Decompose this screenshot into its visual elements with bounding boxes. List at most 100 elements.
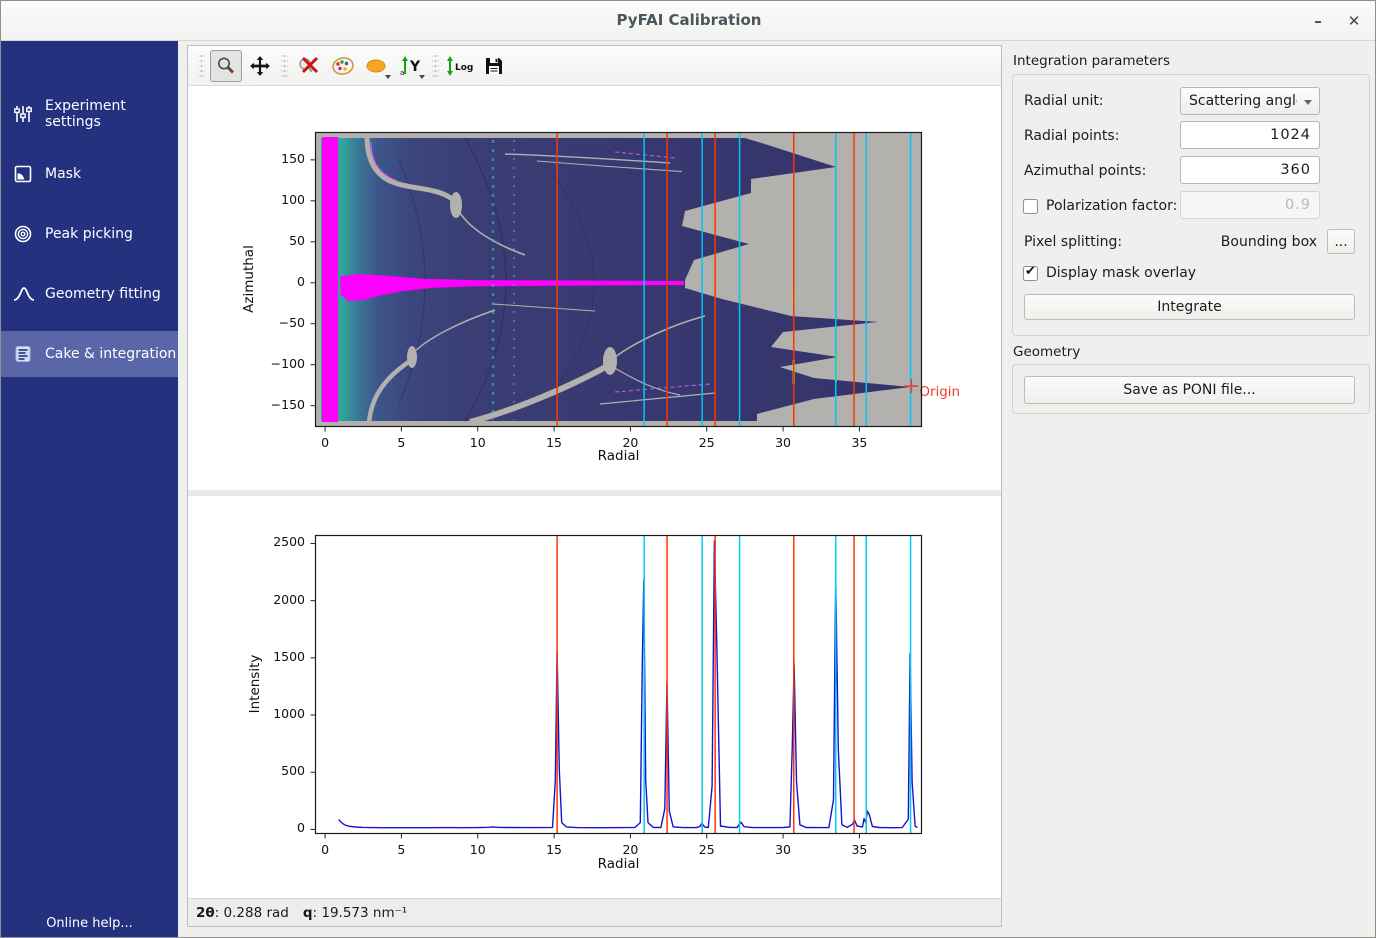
x-tick-label: 35 — [851, 435, 867, 450]
x-tick-label: 30 — [775, 435, 791, 450]
window-title: PyFAI Calibration — [1, 11, 1376, 29]
minimize-button[interactable]: – — [1303, 7, 1333, 35]
y-axis-scale-button[interactable]: Y a — [395, 50, 427, 82]
radial-points-input[interactable]: 1024 — [1180, 121, 1320, 149]
sidebar-nav: Experiment settings Mask Peak picking Geome… — [1, 41, 178, 377]
orange-ellipse-icon — [365, 55, 389, 77]
x-tick-label: 20 — [622, 842, 638, 857]
pan-tool-button[interactable] — [244, 50, 276, 82]
radial-unit-select[interactable]: Scattering angle : — [1180, 87, 1320, 115]
x-tick-label: 5 — [397, 842, 405, 857]
sidebar-item-mask[interactable]: Mask — [1, 151, 178, 197]
x-tick-label: 5 — [397, 435, 405, 450]
save-poni-button[interactable]: Save as PONI file... — [1024, 376, 1355, 404]
title-bar: PyFAI Calibration – ✕ — [1, 1, 1376, 41]
palette-icon — [331, 55, 355, 77]
azimuthal-points-input[interactable]: 360 — [1180, 156, 1320, 184]
plot-background — [315, 535, 922, 834]
log-axis-icon: Log — [445, 55, 475, 77]
q-label: q — [303, 905, 313, 921]
beamstop-band — [322, 137, 338, 422]
radial-points-label: Radial points: — [1024, 128, 1119, 144]
dropdown-caret-icon — [385, 75, 391, 79]
svg-text:Log: Log — [455, 63, 473, 73]
svg-text:a: a — [400, 69, 404, 77]
y-tick-label: 0 — [253, 820, 305, 835]
pixel-splitting-label: Pixel splitting: — [1024, 234, 1122, 250]
x-tick-label: 20 — [622, 435, 638, 450]
y-axis-icon: Y a — [399, 55, 423, 77]
polarization-label: Polarization factor: — [1046, 198, 1177, 214]
tth-label: 2θ — [196, 905, 215, 921]
colormap-button[interactable] — [327, 50, 359, 82]
zoom-tool-button[interactable] — [210, 50, 242, 82]
toolbar-grip — [432, 53, 439, 79]
x-tick-label: 10 — [470, 435, 486, 450]
tth-value: : 0.288 rad — [215, 905, 289, 921]
mask-blob — [450, 192, 462, 218]
y-tick-label: 500 — [253, 763, 305, 778]
toolbar-grip — [281, 53, 288, 79]
sidebar-item-cake-integration[interactable]: Cake & integration — [1, 331, 178, 377]
magnifier-cross-icon — [297, 55, 321, 77]
x-tick-label: 25 — [699, 842, 715, 857]
mask-blob — [603, 347, 617, 375]
curve-canvas — [315, 535, 922, 834]
y-tick-label: 100 — [253, 192, 305, 207]
x-tick-label: 30 — [775, 842, 791, 857]
pixel-splitting-value: Bounding box — [1221, 234, 1317, 250]
x-tick-label: 25 — [699, 435, 715, 450]
sliders-icon — [13, 104, 35, 124]
pixel-splitting-more-button[interactable]: ... — [1327, 229, 1355, 254]
x-tick-label: 15 — [546, 435, 562, 450]
zoom-reset-button[interactable] — [293, 50, 325, 82]
close-button[interactable]: ✕ — [1339, 7, 1369, 35]
x-tick-label: 10 — [470, 842, 486, 857]
magnifier-icon — [215, 55, 237, 77]
display-mask-checkbox[interactable] — [1023, 266, 1038, 281]
integrated-1d-figure[interactable]: Intensity Radial 05101520253035050010001… — [188, 496, 1001, 898]
integration-parameters-title: Integration parameters — [1013, 53, 1170, 69]
floppy-save-icon — [483, 55, 505, 77]
online-help-link[interactable]: Online help... — [1, 916, 178, 931]
y-tick-label: 1000 — [253, 706, 305, 721]
y-tick-label: 2500 — [253, 534, 305, 549]
matplotlib-toolbar: Y a Log — [188, 46, 1001, 86]
sidebar-item-label: Cake & integration — [45, 346, 176, 362]
x-tick-label: 0 — [321, 435, 329, 450]
integration-parameters-group: Radial unit: Scattering angle : Radial p… — [1012, 74, 1370, 336]
y-tick-label: 1500 — [253, 649, 305, 664]
display-mask-label: Display mask overlay — [1046, 265, 1196, 281]
sidebar-item-peak-picking[interactable]: Peak picking — [1, 211, 178, 257]
geometry-group: Save as PONI file... — [1012, 364, 1370, 414]
sidebar-item-geometry-fitting[interactable]: Geometry fitting — [1, 271, 178, 317]
sidebar-item-label: Geometry fitting — [45, 286, 161, 302]
geometry-title: Geometry — [1013, 344, 1080, 360]
pan-arrows-icon — [249, 55, 271, 77]
save-figure-button[interactable] — [478, 50, 510, 82]
sidebar-item-experiment-settings[interactable]: Experiment settings — [1, 91, 178, 137]
log-scale-button[interactable]: Log — [444, 50, 476, 82]
y-tick-label: 150 — [253, 151, 305, 166]
integrate-button[interactable]: Integrate — [1024, 294, 1355, 320]
mask-blob — [407, 346, 417, 368]
sidebar: Experiment settings Mask Peak picking Geome… — [1, 41, 178, 938]
cake-2d-figure[interactable]: Azimuthal Radial — [188, 92, 1001, 490]
peak-curve-icon — [13, 284, 35, 304]
toolbar-grip — [198, 53, 205, 79]
y-tick-label: 0 — [253, 274, 305, 289]
concentric-rings-icon — [13, 224, 35, 244]
x-axis-label: Radial — [315, 448, 922, 464]
radial-unit-label: Radial unit: — [1024, 93, 1104, 109]
polarization-checkbox[interactable] — [1023, 199, 1038, 214]
radial-unit-value: Scattering angle : — [1189, 93, 1297, 109]
x-tick-label: 15 — [546, 842, 562, 857]
svg-text:Y: Y — [409, 59, 421, 75]
polarization-input[interactable]: 0.9 — [1180, 191, 1320, 219]
q-value: : 19.573 nm⁻¹ — [313, 905, 408, 921]
y-tick-label: 2000 — [253, 592, 305, 607]
azimuthal-points-label: Azimuthal points: — [1024, 163, 1146, 179]
cake-image-canvas: Origin — [315, 132, 922, 427]
x-tick-label: 35 — [851, 842, 867, 857]
mask-shape-button[interactable] — [361, 50, 393, 82]
